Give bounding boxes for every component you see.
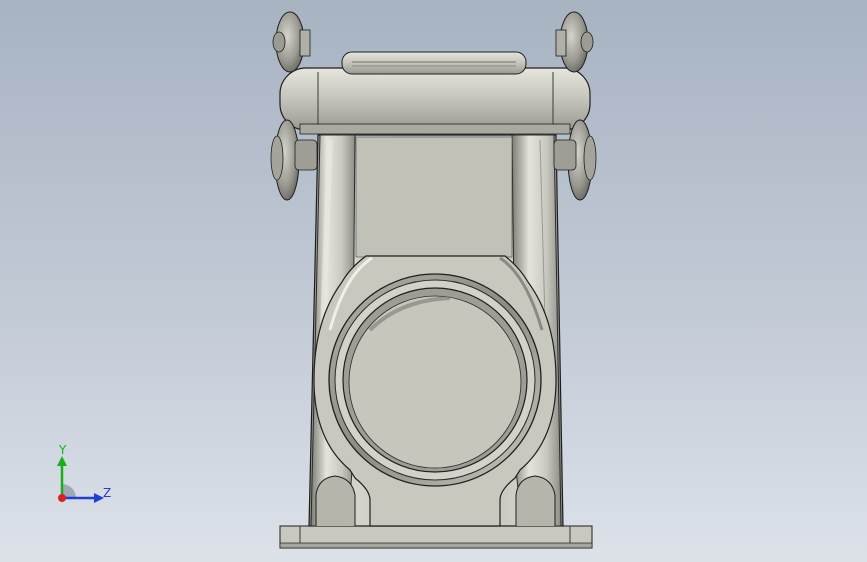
orientation-triad[interactable]: Y Z: [40, 438, 120, 518]
graphics-viewport[interactable]: Y Z: [0, 0, 867, 562]
cad-model[interactable]: [0, 0, 867, 562]
base-flange: [279, 525, 593, 549]
x-axis-dot: [58, 494, 66, 502]
cable-entry-boss: [313, 255, 557, 527]
y-axis-arrowhead: [57, 456, 67, 466]
z-axis-label: Z: [103, 486, 111, 500]
y-axis-label: Y: [58, 443, 67, 457]
top-locking-bar: [279, 51, 591, 135]
